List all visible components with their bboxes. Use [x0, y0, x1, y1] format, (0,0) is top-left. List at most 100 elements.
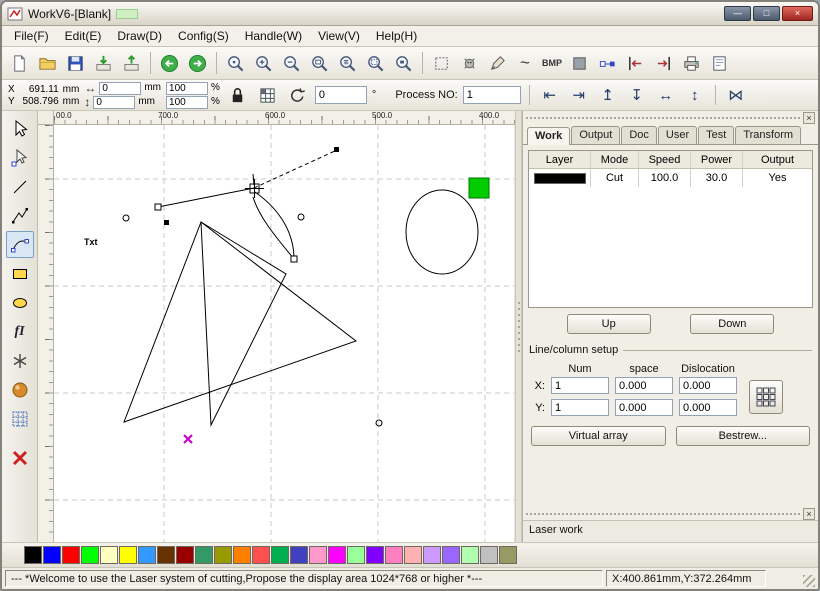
close-button[interactable]: × [782, 6, 813, 21]
palette-swatch[interactable] [119, 546, 137, 564]
polyline-tool[interactable] [6, 202, 34, 229]
palette-swatch[interactable] [290, 546, 308, 564]
delete-tool[interactable] [6, 444, 34, 471]
inner-triangle-shape[interactable] [200, 221, 287, 427]
palette-swatch[interactable] [252, 546, 270, 564]
panel-splitter[interactable] [515, 111, 522, 542]
palette-swatch[interactable] [24, 546, 42, 564]
align-left-icon[interactable]: ⇤ [538, 84, 562, 106]
laser-work-close-icon[interactable]: × [803, 507, 815, 520]
node-point[interactable] [122, 214, 130, 222]
array-y-dis-input[interactable] [679, 399, 737, 416]
array-x-dis-input[interactable] [679, 377, 737, 394]
width-percent-input[interactable] [166, 81, 209, 95]
pen-tool-icon[interactable] [485, 51, 510, 76]
bestrew-button[interactable]: Bestrew... [675, 426, 810, 446]
layer-row[interactable]: Cut 100.0 30.0 Yes [529, 169, 812, 187]
palette-swatch[interactable] [81, 546, 99, 564]
panel-drag-handle[interactable]: × [523, 111, 818, 124]
height-input[interactable] [93, 95, 136, 109]
tab-doc[interactable]: Doc [621, 126, 657, 144]
new-file-icon[interactable] [7, 51, 32, 76]
menu-config[interactable]: Config(S) [170, 27, 237, 45]
region-check-icon[interactable] [429, 51, 454, 76]
line-tool[interactable] [6, 173, 34, 200]
menu-view[interactable]: View(V) [310, 27, 368, 45]
ellipse-tool[interactable] [6, 289, 34, 316]
palette-swatch[interactable] [404, 546, 422, 564]
save-icon[interactable] [63, 51, 88, 76]
data-left-icon[interactable] [623, 51, 648, 76]
align-top-icon[interactable]: ↥ [596, 84, 620, 106]
array-x-space-input[interactable] [615, 377, 673, 394]
node-point[interactable] [375, 419, 383, 427]
palette-swatch[interactable] [157, 546, 175, 564]
palette-swatch[interactable] [62, 546, 80, 564]
tab-transform[interactable]: Transform [735, 126, 802, 144]
panel-close-icon[interactable]: × [803, 111, 815, 124]
zoom-all-icon[interactable] [363, 51, 388, 76]
zoom-select-icon[interactable] [391, 51, 416, 76]
text-tool[interactable]: fI [6, 318, 34, 345]
palette-swatch[interactable] [423, 546, 441, 564]
palette-swatch[interactable] [43, 546, 61, 564]
palette-swatch[interactable] [461, 546, 479, 564]
laser-work-handle[interactable]: × [523, 507, 818, 520]
palette-swatch[interactable] [328, 546, 346, 564]
zoom-doc-icon[interactable] [307, 51, 332, 76]
rectangle-tool[interactable] [6, 260, 34, 287]
curve-smooth-icon[interactable]: ~ [513, 52, 537, 74]
menu-help[interactable]: Help(H) [368, 27, 425, 45]
text-object[interactable]: Txt [84, 237, 98, 247]
layer-color-swatch[interactable] [533, 172, 586, 184]
simulate-icon[interactable] [457, 51, 482, 76]
palette-swatch[interactable] [385, 546, 403, 564]
palette-swatch[interactable] [442, 546, 460, 564]
rotate-icon[interactable] [285, 83, 310, 108]
tab-work[interactable]: Work [527, 127, 571, 145]
node-point[interactable] [297, 213, 305, 221]
handle-point[interactable] [290, 255, 298, 263]
tab-test[interactable]: Test [698, 126, 735, 144]
maximize-button[interactable]: □ [753, 6, 780, 21]
grid-table-icon[interactable] [255, 83, 280, 108]
mirror-horizontal-icon[interactable]: ↔ [654, 84, 678, 106]
process-no-input[interactable] [462, 86, 521, 104]
up-button[interactable]: Up [566, 314, 651, 334]
virtual-array-button[interactable]: Virtual array [531, 426, 666, 446]
mirror-vertical-icon[interactable]: ↕ [683, 84, 707, 106]
palette-swatch[interactable] [347, 546, 365, 564]
node-edit-tool[interactable] [6, 144, 34, 171]
array-preview-button[interactable] [749, 379, 783, 414]
lock-ratio-icon[interactable] [225, 83, 250, 108]
palette-swatch[interactable] [138, 546, 156, 564]
preview-icon[interactable] [707, 51, 732, 76]
array-grid-tool[interactable] [6, 405, 34, 432]
palette-swatch[interactable] [499, 546, 517, 564]
align-right-icon[interactable]: ⇥ [567, 84, 591, 106]
printer-icon[interactable] [679, 51, 704, 76]
palette-swatch[interactable] [214, 546, 232, 564]
palette-swatch[interactable] [271, 546, 289, 564]
align-bottom-icon[interactable]: ↧ [625, 84, 649, 106]
fill-square-icon[interactable] [567, 51, 592, 76]
data-right-icon[interactable] [651, 51, 676, 76]
zoom-point-icon[interactable] [223, 51, 248, 76]
resize-grip[interactable] [769, 570, 815, 587]
palette-swatch[interactable] [366, 546, 384, 564]
minimize-button[interactable]: — [724, 6, 751, 21]
star-tool[interactable] [6, 347, 34, 374]
palette-swatch[interactable] [195, 546, 213, 564]
zoom-in-icon[interactable] [251, 51, 276, 76]
array-x-num-input[interactable] [551, 377, 609, 394]
palette-swatch[interactable] [309, 546, 327, 564]
sphere-tool[interactable] [6, 376, 34, 403]
weld-icon[interactable]: ⋈ [724, 84, 748, 106]
menu-edit[interactable]: Edit(E) [57, 27, 110, 45]
redo-icon[interactable] [185, 51, 210, 76]
control-points[interactable] [164, 147, 339, 225]
palette-swatch[interactable] [100, 546, 118, 564]
import-icon[interactable] [91, 51, 116, 76]
anchor-point[interactable] [245, 179, 264, 198]
select-tool[interactable] [6, 115, 34, 142]
